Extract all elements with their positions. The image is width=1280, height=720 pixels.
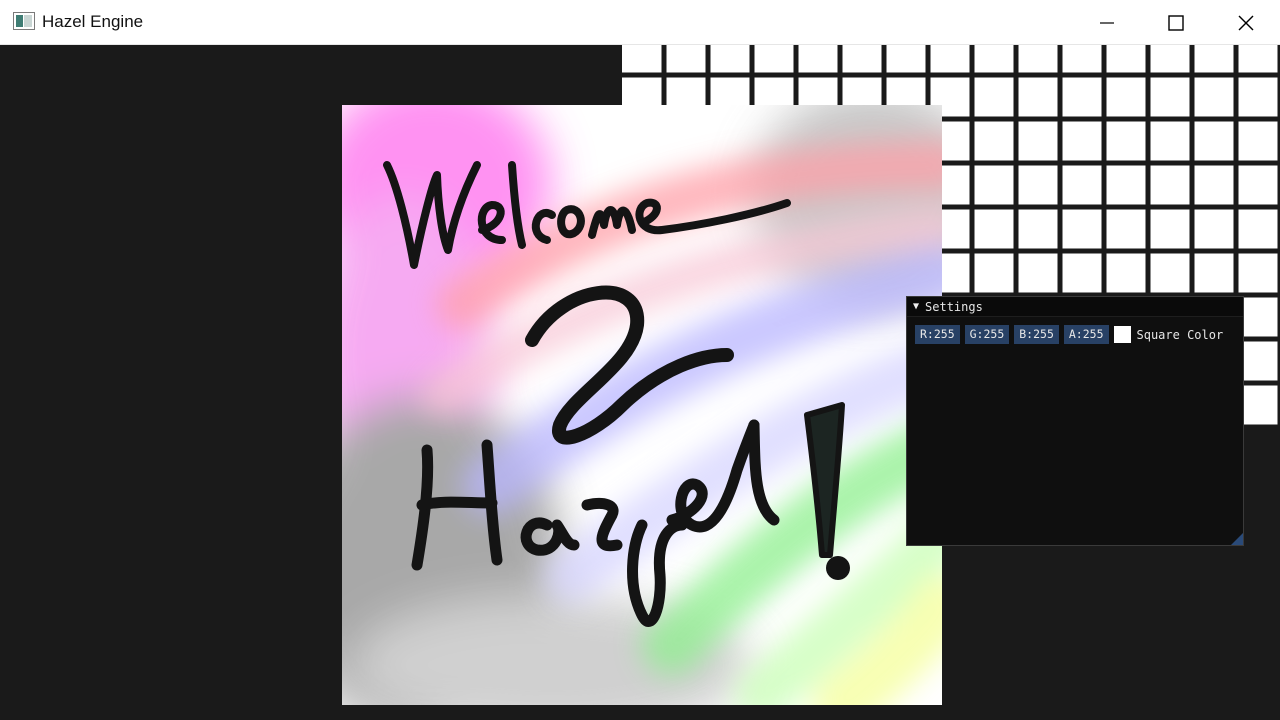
- title-bar[interactable]: Hazel Engine: [0, 0, 1280, 45]
- color-swatch[interactable]: [1113, 326, 1131, 343]
- maximize-icon: [1168, 14, 1184, 31]
- triangle-down-icon[interactable]: ▼: [913, 301, 919, 312]
- welcome-texture-quad: [342, 105, 942, 705]
- color-a-field[interactable]: A:255: [1063, 325, 1109, 344]
- app-icon: [13, 12, 35, 30]
- render-viewport[interactable]: ▼ Settings R:255 G:255 B:255 A:255 Squar…: [0, 45, 1280, 720]
- square-color-edit: R:255 G:255 B:255 A:255 Square Color: [915, 325, 1223, 344]
- settings-panel[interactable]: ▼ Settings R:255 G:255 B:255 A:255 Squar…: [906, 296, 1244, 546]
- color-b-field[interactable]: B:255: [1014, 325, 1059, 344]
- color-r-field[interactable]: R:255: [915, 325, 960, 344]
- color-g-field[interactable]: G:255: [964, 325, 1010, 344]
- settings-title: Settings: [925, 299, 983, 314]
- close-button[interactable]: [1211, 0, 1280, 45]
- resize-grip-icon[interactable]: [1231, 533, 1243, 545]
- minimize-button[interactable]: [1072, 0, 1142, 45]
- maximize-button[interactable]: [1141, 0, 1211, 45]
- close-icon: [1238, 15, 1254, 30]
- window-title: Hazel Engine: [42, 12, 144, 31]
- square-color-label: Square Color: [1136, 327, 1224, 342]
- app-window: Hazel Engine ▼ Settings R:255 G:255 B:25…: [0, 0, 1280, 720]
- minimize-icon: [1100, 21, 1114, 24]
- settings-titlebar[interactable]: ▼ Settings: [907, 297, 1243, 317]
